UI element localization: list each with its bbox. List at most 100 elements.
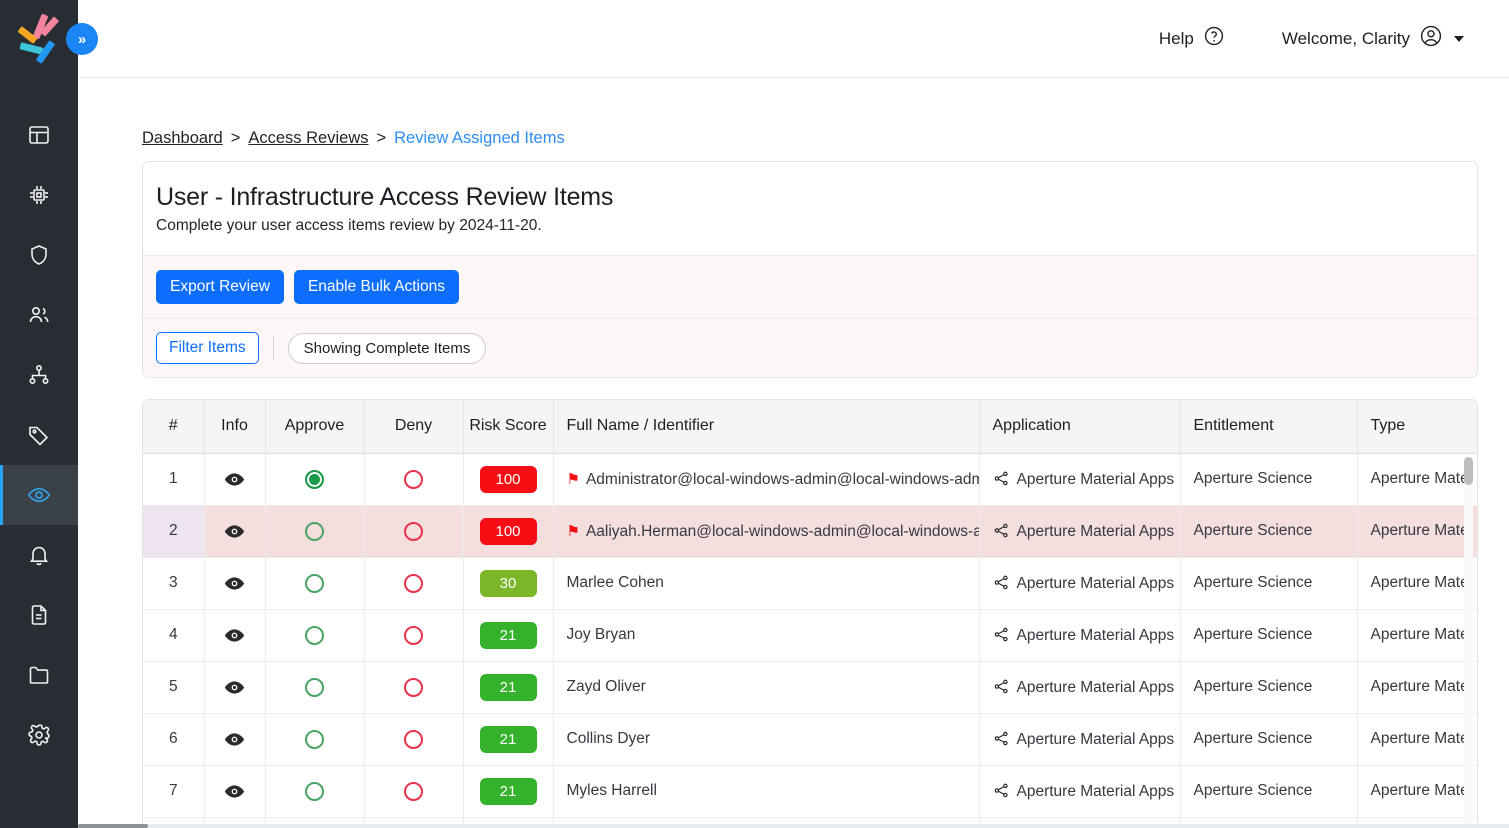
deny-cell[interactable] xyxy=(364,713,464,766)
deny-radio[interactable] xyxy=(404,625,423,645)
deny-cell[interactable] xyxy=(364,609,464,662)
info-cell[interactable] xyxy=(204,609,266,662)
table-row[interactable]: 1 100 ⚑ Administrator@local-windows-admin@l… xyxy=(143,453,1477,506)
column-header-info[interactable]: Info xyxy=(204,400,266,454)
info-cell[interactable] xyxy=(204,505,266,558)
sidebar-item-tags[interactable] xyxy=(0,405,78,465)
table-row[interactable]: 4 21 Joy Bryan Aperture Material Apps Apertu… xyxy=(143,609,1477,662)
approve-radio[interactable] xyxy=(305,729,324,749)
deny-radio[interactable] xyxy=(404,469,423,489)
breadcrumb-item-access-reviews[interactable]: Access Reviews xyxy=(248,129,368,148)
eye-icon[interactable] xyxy=(224,574,245,591)
eye-icon[interactable] xyxy=(224,678,245,695)
column-header-risk-score[interactable]: Risk Score xyxy=(463,400,554,454)
approve-cell[interactable] xyxy=(265,661,365,714)
type-cell: Aperture Mate xyxy=(1357,713,1477,766)
filter-items-button[interactable]: Filter Items xyxy=(156,332,259,364)
sidebar-item-security[interactable] xyxy=(0,225,78,285)
share-icon xyxy=(993,627,1017,644)
column-header-deny[interactable]: Deny xyxy=(364,400,464,454)
eye-icon[interactable] xyxy=(224,782,245,799)
info-cell[interactable] xyxy=(204,557,266,610)
column-header-number[interactable]: # xyxy=(143,400,205,454)
eye-icon[interactable] xyxy=(224,730,245,747)
approve-radio[interactable] xyxy=(305,469,324,489)
approve-cell[interactable] xyxy=(265,609,365,662)
info-cell[interactable] xyxy=(204,765,266,818)
sidebar-item-files[interactable] xyxy=(0,645,78,705)
sidebar-item-infrastructure[interactable] xyxy=(0,165,78,225)
user-menu[interactable]: Welcome, Clarity xyxy=(1282,24,1464,53)
table-row[interactable]: 7 21 Myles Harrell Aperture Material Apps Ap… xyxy=(143,765,1477,818)
eye-icon[interactable] xyxy=(224,470,245,487)
info-cell[interactable] xyxy=(204,453,266,506)
approve-cell[interactable] xyxy=(265,453,365,506)
column-header-entitlement[interactable]: Entitlement xyxy=(1180,400,1358,454)
deny-cell[interactable] xyxy=(364,505,464,558)
approve-radio[interactable] xyxy=(305,781,324,801)
column-header-approve[interactable]: Approve xyxy=(265,400,365,454)
approve-radio[interactable] xyxy=(305,625,324,645)
approve-radio[interactable] xyxy=(305,677,324,697)
question-circle-icon xyxy=(1203,25,1225,52)
table-body: 1 100 ⚑ Administrator@local-windows-admin@l… xyxy=(143,453,1477,828)
info-cell[interactable] xyxy=(204,661,266,714)
type-cell: Aperture Mate xyxy=(1357,505,1477,558)
full-name-text: Collins Dyer xyxy=(566,730,651,747)
sidebar-item-reports[interactable] xyxy=(0,585,78,645)
status-badge-showing-complete-items[interactable]: Showing Complete Items xyxy=(287,332,487,364)
approve-radio[interactable] xyxy=(305,573,324,593)
table-vertical-scrollbar[interactable] xyxy=(1464,457,1473,828)
approve-cell[interactable] xyxy=(265,713,365,766)
divider xyxy=(272,335,274,361)
share-icon xyxy=(993,679,1017,696)
row-number: 3 xyxy=(143,557,205,610)
approve-cell[interactable] xyxy=(265,505,365,558)
risk-score-cell: 21 xyxy=(463,765,554,818)
deny-cell[interactable] xyxy=(364,765,464,818)
approve-cell[interactable] xyxy=(265,557,365,610)
deny-cell[interactable] xyxy=(364,661,464,714)
sidebar-item-users[interactable] xyxy=(0,285,78,345)
sidebar-item-settings[interactable] xyxy=(0,705,78,765)
application-text: Aperture Material Apps xyxy=(1016,730,1175,748)
sidebar-item-dashboard[interactable] xyxy=(0,105,78,165)
table-row[interactable]: 3 30 Marlee Cohen Aperture Material Apps Ape… xyxy=(143,557,1477,610)
risk-score-cell: 100 xyxy=(463,453,554,506)
sidebar-item-org-structure[interactable] xyxy=(0,345,78,405)
deny-cell[interactable] xyxy=(364,453,464,506)
deny-radio[interactable] xyxy=(404,729,423,749)
deny-radio[interactable] xyxy=(404,677,423,697)
column-header-application[interactable]: Application xyxy=(979,400,1181,454)
eye-icon[interactable] xyxy=(224,626,245,643)
row-number: 6 xyxy=(143,713,205,766)
breadcrumb-item-dashboard[interactable]: Dashboard xyxy=(142,129,223,148)
table-scrollbar-thumb[interactable] xyxy=(1464,457,1473,485)
sidebar-item-notifications[interactable] xyxy=(0,525,78,585)
table-row[interactable]: 5 21 Zayd Oliver Aperture Material Apps Aper… xyxy=(143,661,1477,714)
table-row[interactable]: 2 100 ⚑ Aaliyah.Herman@local-windows-admin@… xyxy=(143,505,1477,558)
logo-area: » xyxy=(0,0,98,78)
deny-radio[interactable] xyxy=(404,521,423,541)
column-header-type[interactable]: Type xyxy=(1357,400,1477,454)
approve-cell[interactable] xyxy=(265,765,365,818)
info-cell[interactable] xyxy=(204,713,266,766)
page-scrollbar-thumb[interactable] xyxy=(78,824,148,828)
export-review-button[interactable]: Export Review xyxy=(156,270,284,304)
breadcrumb-item-review-assigned-items[interactable]: Review Assigned Items xyxy=(394,129,565,148)
full-name-text: Myles Harrell xyxy=(566,782,657,799)
column-header-full-name[interactable]: Full Name / Identifier xyxy=(553,400,980,454)
deny-cell[interactable] xyxy=(364,557,464,610)
risk-score-badge: 21 xyxy=(479,777,537,805)
deny-radio[interactable] xyxy=(404,781,423,801)
table-row[interactable]: 6 21 Collins Dyer Aperture Material Apps Ape… xyxy=(143,713,1477,766)
help-button[interactable]: Help xyxy=(1159,25,1225,52)
application-text: Aperture Material Apps xyxy=(1016,470,1175,488)
deny-radio[interactable] xyxy=(404,573,423,593)
enable-bulk-actions-button[interactable]: Enable Bulk Actions xyxy=(293,270,459,304)
approve-radio[interactable] xyxy=(305,521,324,541)
sidebar-item-access-reviews[interactable] xyxy=(0,465,78,525)
sidebar-collapse-button[interactable]: » xyxy=(66,23,98,55)
eye-icon[interactable] xyxy=(224,522,245,539)
page-horizontal-scrollbar[interactable] xyxy=(78,824,1509,828)
